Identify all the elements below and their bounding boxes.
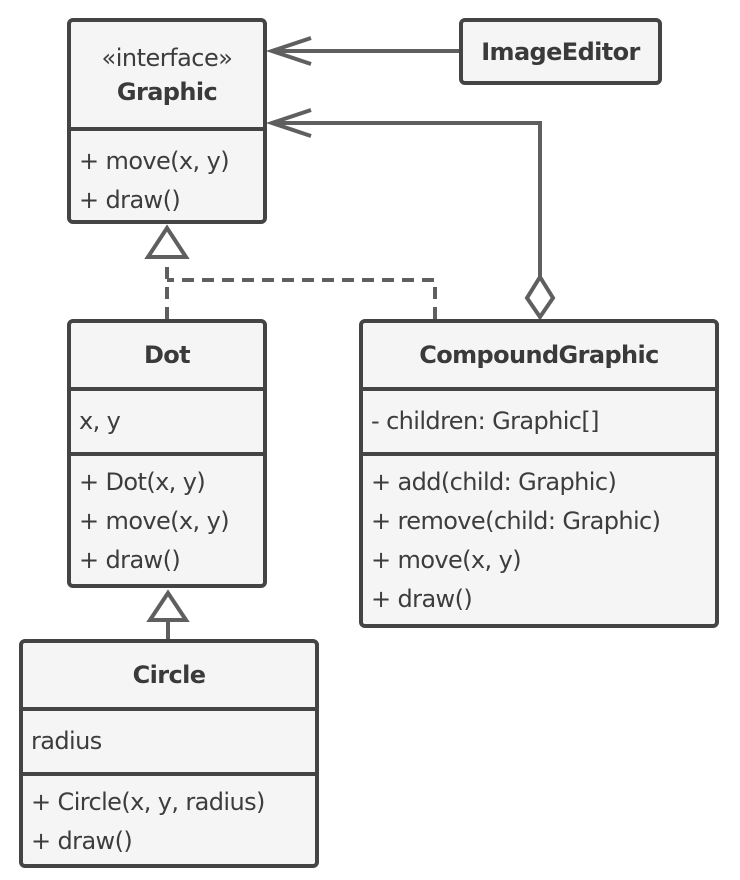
class-graphic[interactable]: «interface» Graphic + move(x, y) + draw(…	[67, 18, 267, 224]
operation: + draw()	[31, 827, 133, 855]
operation: + move(x, y)	[371, 546, 522, 574]
class-header: «interface» Graphic	[71, 22, 263, 127]
attribute: - children: Graphic[]	[371, 407, 600, 435]
class-header: CompoundGraphic	[363, 323, 715, 387]
class-name: CompoundGraphic	[419, 341, 659, 369]
operation: + move(x, y)	[79, 507, 230, 535]
stereotype-label: «interface»	[101, 43, 233, 72]
class-name: Circle	[132, 661, 206, 689]
operation: + remove(child: Graphic)	[371, 507, 661, 535]
class-name: Graphic	[116, 77, 218, 106]
attribute: x, y	[79, 407, 121, 435]
attributes-section: x, y	[71, 387, 263, 452]
operations-section: + move(x, y) + draw()	[71, 127, 263, 220]
operation: + draw()	[371, 585, 473, 613]
class-header: Dot	[71, 323, 263, 387]
hollow-diamond-icon	[524, 273, 556, 321]
attributes-section: - children: Graphic[]	[363, 387, 715, 452]
class-header: ImageEditor	[463, 22, 658, 81]
operation: + draw()	[79, 186, 181, 214]
hollow-triangle-icon	[146, 589, 190, 622]
operations-section: + Dot(x, y) + move(x, y) + draw()	[71, 452, 263, 584]
attribute: radius	[31, 727, 102, 755]
operation: + move(x, y)	[79, 147, 230, 175]
aggregation-line-compound-graphic	[272, 121, 542, 277]
realization-line-compound-graphic	[167, 278, 437, 319]
operations-section: + Circle(x, y, radius) + draw()	[23, 772, 315, 864]
class-name: Dot	[143, 341, 191, 369]
attributes-section: radius	[23, 707, 315, 772]
operations-section: + add(child: Graphic) + remove(child: Gr…	[363, 452, 715, 624]
class-circle[interactable]: Circle radius + Circle(x, y, radius) + d…	[19, 639, 319, 868]
operation: + add(child: Graphic)	[371, 468, 617, 496]
class-image-editor[interactable]: ImageEditor	[459, 18, 662, 85]
operation: + Dot(x, y)	[79, 468, 206, 496]
operation: + draw()	[79, 546, 181, 574]
hollow-triangle-icon	[144, 224, 190, 259]
operation: + Circle(x, y, radius)	[31, 788, 265, 816]
class-compound-graphic[interactable]: CompoundGraphic - children: Graphic[] + …	[359, 319, 719, 628]
class-dot[interactable]: Dot x, y + Dot(x, y) + move(x, y) + draw…	[67, 319, 267, 588]
class-name: ImageEditor	[481, 37, 640, 66]
class-header: Circle	[23, 643, 315, 707]
